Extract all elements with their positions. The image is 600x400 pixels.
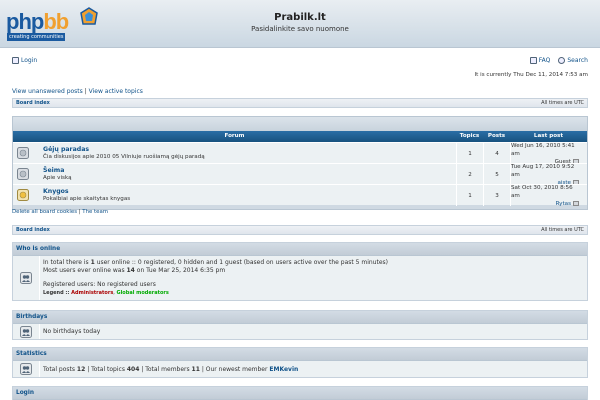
last-post-date: Wed Jun 16, 2010 5:41 am [511,142,575,157]
timezone-note: All times are UTC [541,227,584,233]
forum-description: Apie viską [43,175,72,181]
forum-description: Pokalbiai apie skaitytas knygas [43,196,131,202]
topics-count: 2 [456,164,483,185]
online-line-record: Most users ever online was 14 on Tue Mar… [43,267,226,274]
forum-table-header: Forum Topics Posts Last post [13,131,587,142]
birthdays-panel: Birthdays No birthdays today [12,310,588,340]
posts-count: 3 [483,185,510,206]
statistics-icon-cell [13,361,40,377]
forum-row: Knygos Pokalbiai apie skaitytas knygas 1… [13,184,587,208]
login-link[interactable]: Login [12,57,37,64]
breadcrumb-board-index[interactable]: Board index [16,227,50,233]
view-unanswered-link[interactable]: View unanswered posts [12,88,83,95]
forum-description: Čia diskusijos apie 2010 05 Vilniuje ruo… [43,154,205,160]
breadcrumb-bar-top: Board index All times are UTC [12,98,588,108]
last-post-date: Sat Oct 30, 2010 8:56 am [511,184,573,199]
category-strip [13,117,587,131]
quicklinks-separator: | [84,88,87,95]
last-post-cell: Wed Jun 16, 2010 5:41 am Guest [510,142,587,165]
online-stats-text: In total there is 1 user online :: 0 reg… [43,259,388,297]
view-latest-post-icon[interactable] [573,201,579,206]
site-logo[interactable]: phpbb creating communities [6,5,98,43]
header-posts: Posts [487,133,506,139]
users-icon [20,363,32,375]
delete-cookies-link[interactable]: Delete all board cookies [12,209,77,215]
header-last-post: Last post [533,133,564,139]
forum-title[interactable]: Knygos [43,188,69,195]
users-icon [20,272,32,284]
legend-administrators-link[interactable]: Administrators [71,290,113,296]
newest-member-link[interactable]: EMKevin [269,366,298,373]
search-label: Search [567,57,588,64]
forum-row: Šeima Apie viską 2 5 Tue Aug 17, 2010 9:… [13,163,587,186]
statistics-panel: Statistics Total posts 12 | Total topics… [12,347,588,378]
login-label: Login [21,57,38,64]
login-panel: Login [12,386,588,400]
view-active-link[interactable]: View active topics [89,88,143,95]
online-legend: Legend :: Administrators, Global moderat… [43,290,169,296]
forum-row: Gėjų paradas Čia diskusijos apie 2010 05… [13,142,587,165]
faq-icon [529,57,537,64]
last-post-date: Tue Aug 17, 2010 9:52 am [511,163,575,178]
breadcrumb-bar-bottom: Board index All times are UTC [12,225,588,235]
online-line-total: In total there is 1 user online :: 0 reg… [43,259,388,266]
posts-count: 4 [483,143,510,164]
users-icon-cell [13,256,40,300]
login-icon [12,57,19,64]
last-post-user[interactable]: Rytas [556,200,571,208]
header-topics: Topics [459,133,480,139]
search-link[interactable]: Search [558,57,588,64]
site-title[interactable]: Prabilk.lt [0,12,600,23]
search-icon [558,57,566,64]
timezone-note: All times are UTC [541,100,584,106]
logo-tagline: creating communities [7,33,66,41]
forum-list: Forum Topics Posts Last post Gėjų parada… [12,116,588,210]
who-is-online-title: Who is online [13,243,587,256]
statistics-text: Total posts 12 | Total topics 404 | Tota… [43,366,299,373]
last-post-cell: Sat Oct 30, 2010 8:56 am Rytas [510,184,587,208]
forum-title[interactable]: Gėjų paradas [43,146,89,153]
faq-link[interactable]: FAQ [529,57,551,64]
who-is-online-panel: Who is online In total there is 1 user o… [12,242,588,301]
forum-unread-icon [17,189,29,201]
birthdays-title: Birthdays [13,311,587,324]
header-forum: Forum [224,133,245,139]
login-panel-title[interactable]: Login [13,387,587,400]
birthday-icon-cell [13,324,40,339]
forum-read-icon [17,147,29,159]
site-description: Pasidalinkite savo nuomone [251,25,349,33]
users-icon [20,325,32,338]
quick-links: View unanswered posts | View active topi… [12,88,143,95]
breadcrumb-board-index[interactable]: Board index [16,100,50,106]
last-post-cell: Tue Aug 17, 2010 9:52 am aiste [510,163,587,186]
posts-count: 5 [483,164,510,185]
forum-read-icon [17,168,29,180]
board-footer-links: Delete all board cookies | The team [12,209,108,215]
birthdays-text: No birthdays today [43,328,101,335]
topics-count: 1 [456,143,483,164]
legend-global-moderators-link[interactable]: Global moderators [116,290,168,296]
site-header: phpbb creating communities Prabilk.lt Pa… [0,0,600,48]
statistics-title: Statistics [13,348,587,361]
team-link[interactable]: The team [82,209,108,215]
registered-users-line: Registered users: No registered users [43,281,156,288]
forum-title[interactable]: Šeima [43,167,64,174]
top-navigation: Login FAQ Search [12,57,588,67]
topics-count: 1 [456,185,483,206]
faq-label: FAQ [538,57,551,64]
current-time: It is currently Thu Dec 11, 2014 7:53 am [474,72,588,78]
footer-separator: | [78,209,81,215]
